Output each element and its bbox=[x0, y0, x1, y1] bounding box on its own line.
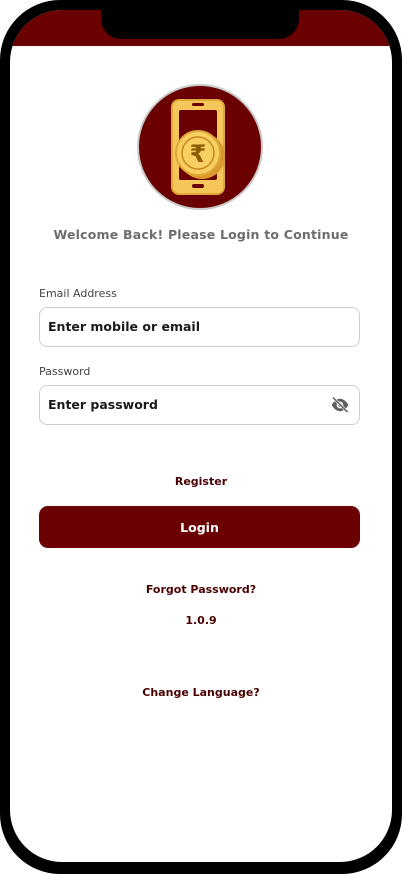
password-field[interactable] bbox=[48, 386, 328, 423]
device-notch bbox=[101, 10, 299, 39]
email-field-box[interactable] bbox=[39, 307, 360, 347]
app-version: 1.0.9 bbox=[185, 614, 217, 627]
login-button[interactable]: Login bbox=[39, 506, 360, 548]
welcome-message: Welcome Back! Please Login to Continue bbox=[53, 227, 349, 242]
app-logo: ₹ bbox=[137, 84, 263, 210]
password-field-box[interactable] bbox=[39, 385, 360, 425]
register-link[interactable]: Register bbox=[10, 475, 392, 488]
email-field[interactable] bbox=[48, 308, 328, 345]
app-screen: ₹ Welcome Back! Please Login to Continue… bbox=[10, 10, 392, 862]
svg-text:₹: ₹ bbox=[190, 140, 207, 168]
email-label: Email Address bbox=[39, 287, 117, 300]
password-label: Password bbox=[39, 365, 91, 378]
change-language-link[interactable]: Change Language? bbox=[10, 686, 392, 699]
phone-frame: ₹ Welcome Back! Please Login to Continue… bbox=[0, 0, 402, 874]
eye-off-icon[interactable] bbox=[330, 395, 350, 415]
phone-rupee-coin-icon: ₹ bbox=[171, 99, 225, 195]
forgot-password-link[interactable]: Forgot Password? bbox=[10, 583, 392, 596]
